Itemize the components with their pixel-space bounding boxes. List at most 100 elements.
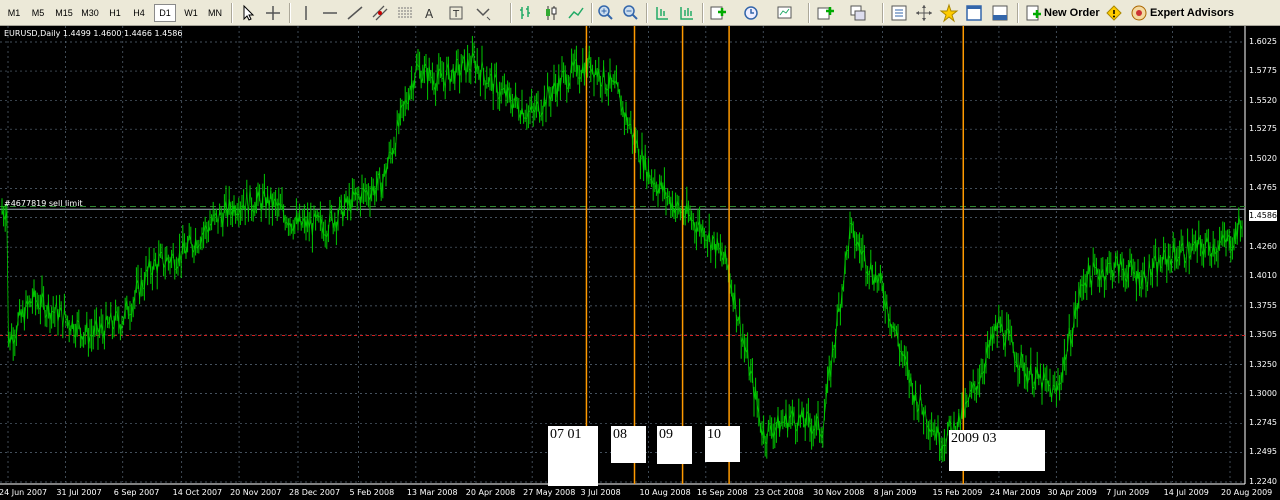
- x-tick-label: 7 Jun 2009: [1106, 488, 1150, 497]
- y-tick-label: 1.2495: [1249, 447, 1277, 457]
- month-annotation: 09: [657, 426, 692, 464]
- price-bar-connector: [6, 211, 9, 337]
- toolbar-separator: [510, 3, 512, 23]
- navigator-icon[interactable]: [889, 3, 909, 23]
- line-chart-icon[interactable]: [566, 3, 586, 23]
- x-tick-label: 16 Sep 2008: [696, 488, 748, 497]
- new-order-button[interactable]: New Order: [1044, 5, 1100, 21]
- price-bar-connector: [268, 190, 272, 209]
- toolbar-separator: [1017, 3, 1019, 23]
- price-bar-connector: [51, 310, 54, 313]
- x-tick-label: 27 May 2008: [523, 488, 576, 497]
- timeframe-m30-button[interactable]: M30: [78, 5, 102, 21]
- price-bar-connector: [945, 431, 948, 445]
- zoom-in-icon[interactable]: [596, 3, 616, 23]
- expert-advisors-warning-icon[interactable]: [1104, 3, 1124, 23]
- symbol-label: EURUSD,Daily 1.4499 1.4600 1.4466 1.4586: [4, 29, 183, 38]
- toolbar-separator: [231, 3, 233, 23]
- channel-icon[interactable]: [370, 3, 390, 23]
- price-bar-connector: [822, 415, 825, 436]
- data-window-icon[interactable]: [964, 3, 984, 23]
- fibonacci-icon[interactable]: [395, 3, 415, 23]
- price-bar-connector: [161, 251, 164, 268]
- bar-chart-icon[interactable]: [516, 3, 536, 23]
- price-bar-connector: [62, 309, 65, 328]
- price-bar-connector: [793, 418, 796, 430]
- new-chart-icon[interactable]: [815, 3, 835, 23]
- timeframe-d1-button[interactable]: D1: [154, 4, 176, 22]
- price-bar-connector: [747, 349, 750, 376]
- y-tick-label: 1.5520: [1249, 95, 1277, 105]
- y-tick-label: 1.5020: [1249, 153, 1277, 163]
- expert-advisors-button[interactable]: Expert Advisors: [1150, 5, 1234, 21]
- price-bar-connector: [1051, 384, 1054, 399]
- profiles-icon[interactable]: [848, 3, 868, 23]
- month-annotation: 10: [705, 426, 740, 462]
- toolbar-separator: [289, 3, 291, 23]
- timeframe-w1-button[interactable]: W1: [180, 5, 202, 21]
- x-tick-label: 30 Apr 2009: [1047, 488, 1097, 497]
- month-annotation: 08: [611, 426, 646, 463]
- price-bar-connector: [1091, 262, 1094, 287]
- main-toolbar: M1 M5 M15 M30 H1 H4 D1 W1 MN A T New Ord…: [0, 0, 1280, 26]
- price-bar-connector: [1041, 372, 1044, 393]
- x-tick-label: 31 Jul 2007: [56, 488, 102, 497]
- price-bars: [1, 35, 1243, 463]
- month-annotation: 07 01: [548, 426, 598, 486]
- candlestick-icon[interactable]: [541, 3, 561, 23]
- y-tick-label: 1.5775: [1249, 66, 1277, 76]
- vertical-line-icon[interactable]: [296, 3, 316, 23]
- indicators-icon[interactable]: [708, 3, 728, 23]
- toolbar-separator: [591, 3, 593, 23]
- autoscroll-icon[interactable]: [677, 3, 697, 23]
- price-bar-connector: [835, 313, 838, 342]
- price-bar-connector: [217, 211, 220, 225]
- expert-advisors-icon[interactable]: [1129, 3, 1149, 23]
- price-bar-connector: [104, 314, 107, 340]
- templates-icon[interactable]: [775, 3, 795, 23]
- horizontal-line-icon[interactable]: [320, 3, 340, 23]
- timeframe-m5-button[interactable]: M5: [28, 5, 48, 21]
- price-bar-connector: [395, 119, 398, 150]
- favorites-icon[interactable]: [939, 3, 959, 23]
- y-tick-label: 1.4765: [1249, 183, 1277, 193]
- price-bar-connector: [328, 211, 331, 233]
- price-bar-connector: [60, 307, 64, 328]
- x-tick-label: 23 Oct 2008: [754, 488, 804, 497]
- timeframe-mn-button[interactable]: MN: [204, 5, 226, 21]
- price-bar-connector: [1147, 261, 1150, 287]
- cursor-icon[interactable]: [238, 3, 258, 23]
- toolbar-separator: [882, 3, 884, 23]
- y-tick-label: 1.3755: [1249, 300, 1277, 310]
- chart-area[interactable]: EURUSD,Daily 1.4499 1.4600 1.4466 1.4586…: [0, 26, 1280, 500]
- terminal-icon[interactable]: [990, 3, 1010, 23]
- timeframe-h4-button[interactable]: H4: [129, 5, 149, 21]
- price-bar-connector: [1185, 240, 1188, 264]
- crosshair-move-icon[interactable]: [914, 3, 934, 23]
- arrows-icon[interactable]: [473, 3, 493, 23]
- price-bar-connector: [918, 393, 921, 409]
- timeframe-h1-button[interactable]: H1: [105, 5, 125, 21]
- text-icon[interactable]: A: [420, 3, 440, 23]
- price-bar-connector: [1182, 242, 1185, 261]
- timeframe-m15-button[interactable]: M15: [52, 5, 76, 21]
- price-bar-connector: [137, 279, 140, 299]
- y-tick-label: 1.3505: [1249, 329, 1277, 339]
- chart-shift-icon[interactable]: [652, 3, 672, 23]
- price-bar-connector: [924, 409, 928, 426]
- price-bar-connector: [545, 85, 548, 108]
- price-bar-connector: [492, 73, 496, 95]
- price-bar-connector: [862, 250, 865, 252]
- price-bar-connector: [886, 301, 889, 319]
- trendline-icon[interactable]: [345, 3, 365, 23]
- y-tick-label: 1.3250: [1249, 359, 1277, 369]
- crosshair-icon[interactable]: [263, 3, 283, 23]
- new-order-icon[interactable]: [1023, 3, 1043, 23]
- price-bar-connector: [481, 60, 484, 74]
- zoom-out-icon[interactable]: [621, 3, 641, 23]
- toolbar-separator: [702, 3, 704, 23]
- price-bar-connector: [1001, 323, 1004, 342]
- timeframe-m1-button[interactable]: M1: [4, 5, 24, 21]
- text-label-icon[interactable]: T: [446, 3, 466, 23]
- periods-icon[interactable]: [742, 3, 762, 23]
